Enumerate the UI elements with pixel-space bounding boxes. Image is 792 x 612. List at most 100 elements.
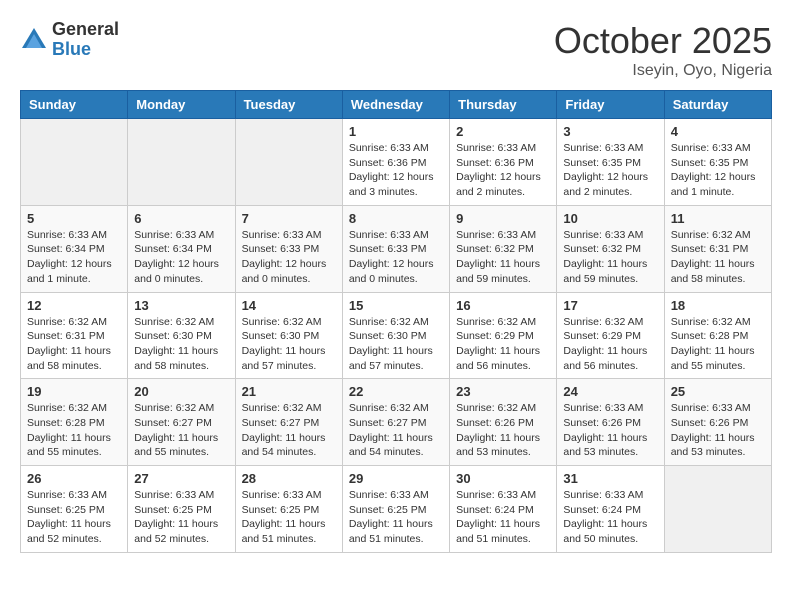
calendar-cell: 19 Sunrise: 6:32 AM Sunset: 6:28 PM Dayli… [21,379,128,466]
day-number: 11 [671,211,765,226]
day-info: Sunrise: 6:32 AM Sunset: 6:27 PM Dayligh… [242,401,336,460]
day-info: Sunrise: 6:33 AM Sunset: 6:36 PM Dayligh… [349,141,443,200]
weekday-header-sunday: Sunday [21,91,128,119]
day-number: 18 [671,298,765,313]
calendar-cell: 27Sunrise: 6:33 AM Sunset: 6:25 PM Dayli… [128,466,235,553]
calendar-cell: 9Sunrise: 6:33 AM Sunset: 6:32 PM Daylig… [450,205,557,292]
day-number: 21 [242,384,336,399]
day-info: Sunrise: 6:32 AM Sunset: 6:29 PM Dayligh… [563,315,657,374]
day-info: Sunrise: 6:32 AM Sunset: 6:28 PM Dayligh… [671,315,765,374]
location-title: Iseyin, Oyo, Nigeria [554,62,772,80]
calendar-cell: 24 Sunrise: 6:33 AM Sunset: 6:26 PM Dayli… [557,379,664,466]
day-number: 29 [349,471,443,486]
calendar-cell: 22 Sunrise: 6:32 AM Sunset: 6:27 PM Dayli… [342,379,449,466]
day-number: 19 [27,384,121,399]
page-header: General Blue October 2025 Iseyin, Oyo, N… [20,20,772,80]
day-info: Sunrise: 6:32 AM Sunset: 6:31 PM Dayligh… [27,315,121,374]
day-number: 16 [456,298,550,313]
calendar-cell: 18 Sunrise: 6:32 AM Sunset: 6:28 PM Dayli… [664,292,771,379]
day-info: Sunrise: 6:33 AM Sunset: 6:33 PM Dayligh… [242,228,336,287]
calendar-cell: 20Sunrise: 6:32 AM Sunset: 6:27 PM Dayli… [128,379,235,466]
day-info: Sunrise: 6:32 AM Sunset: 6:31 PM Dayligh… [671,228,765,287]
calendar-cell [128,119,235,206]
day-number: 1 [349,124,443,139]
day-info: Sunrise: 6:33 AM Sunset: 6:25 PM Dayligh… [27,488,121,547]
calendar-cell: 30Sunrise: 6:33 AM Sunset: 6:24 PM Dayli… [450,466,557,553]
calendar-cell: 15 Sunrise: 6:32 AM Sunset: 6:30 PM Dayli… [342,292,449,379]
day-number: 23 [456,384,550,399]
day-number: 26 [27,471,121,486]
day-number: 7 [242,211,336,226]
day-info: Sunrise: 6:33 AM Sunset: 6:36 PM Dayligh… [456,141,550,200]
day-info: Sunrise: 6:33 AM Sunset: 6:34 PM Dayligh… [134,228,228,287]
calendar-cell: 29 Sunrise: 6:33 AM Sunset: 6:25 PM Dayli… [342,466,449,553]
calendar-cell [664,466,771,553]
day-info: Sunrise: 6:33 AM Sunset: 6:25 PM Dayligh… [242,488,336,547]
calendar-cell: 23 Sunrise: 6:32 AM Sunset: 6:26 PM Dayli… [450,379,557,466]
day-info: Sunrise: 6:33 AM Sunset: 6:34 PM Dayligh… [27,228,121,287]
calendar-cell: 13 Sunrise: 6:32 AM Sunset: 6:30 PM Dayli… [128,292,235,379]
calendar-cell [235,119,342,206]
day-info: Sunrise: 6:33 AM Sunset: 6:32 PM Dayligh… [563,228,657,287]
calendar-cell: 25 Sunrise: 6:33 AM Sunset: 6:26 PM Dayli… [664,379,771,466]
calendar-cell: 4 Sunrise: 6:33 AM Sunset: 6:35 PM Daylig… [664,119,771,206]
logo-text: General Blue [52,20,119,60]
day-number: 2 [456,124,550,139]
calendar-table: SundayMondayTuesdayWednesdayThursdayFrid… [20,90,772,553]
day-info: Sunrise: 6:32 AM Sunset: 6:26 PM Dayligh… [456,401,550,460]
calendar-cell: 12 Sunrise: 6:32 AM Sunset: 6:31 PM Dayli… [21,292,128,379]
day-number: 10 [563,211,657,226]
day-number: 13 [134,298,228,313]
day-number: 25 [671,384,765,399]
day-number: 22 [349,384,443,399]
calendar-cell: 8Sunrise: 6:33 AM Sunset: 6:33 PM Daylig… [342,205,449,292]
day-info: Sunrise: 6:32 AM Sunset: 6:27 PM Dayligh… [349,401,443,460]
day-info: Sunrise: 6:32 AM Sunset: 6:30 PM Dayligh… [242,315,336,374]
calendar-cell: 11 Sunrise: 6:32 AM Sunset: 6:31 PM Dayli… [664,205,771,292]
day-info: Sunrise: 6:33 AM Sunset: 6:26 PM Dayligh… [671,401,765,460]
weekday-header-thursday: Thursday [450,91,557,119]
calendar-cell: 3 Sunrise: 6:33 AM Sunset: 6:35 PM Daylig… [557,119,664,206]
weekday-header-row: SundayMondayTuesdayWednesdayThursdayFrid… [21,91,772,119]
weekday-header-tuesday: Tuesday [235,91,342,119]
day-number: 4 [671,124,765,139]
day-number: 17 [563,298,657,313]
calendar-cell: 7 Sunrise: 6:33 AM Sunset: 6:33 PM Daylig… [235,205,342,292]
day-number: 6 [134,211,228,226]
day-number: 12 [27,298,121,313]
day-info: Sunrise: 6:33 AM Sunset: 6:35 PM Dayligh… [671,141,765,200]
day-number: 28 [242,471,336,486]
day-info: Sunrise: 6:32 AM Sunset: 6:30 PM Dayligh… [349,315,443,374]
calendar-cell [21,119,128,206]
calendar-week-4: 19 Sunrise: 6:32 AM Sunset: 6:28 PM Dayli… [21,379,772,466]
calendar-cell: 14Sunrise: 6:32 AM Sunset: 6:30 PM Dayli… [235,292,342,379]
day-info: Sunrise: 6:32 AM Sunset: 6:30 PM Dayligh… [134,315,228,374]
day-info: Sunrise: 6:32 AM Sunset: 6:29 PM Dayligh… [456,315,550,374]
day-info: Sunrise: 6:33 AM Sunset: 6:25 PM Dayligh… [349,488,443,547]
weekday-header-wednesday: Wednesday [342,91,449,119]
calendar-week-1: 1 Sunrise: 6:33 AM Sunset: 6:36 PM Daylig… [21,119,772,206]
day-info: Sunrise: 6:33 AM Sunset: 6:26 PM Dayligh… [563,401,657,460]
calendar-cell: 31Sunrise: 6:33 AM Sunset: 6:24 PM Dayli… [557,466,664,553]
day-number: 20 [134,384,228,399]
logo: General Blue [20,20,119,60]
day-info: Sunrise: 6:33 AM Sunset: 6:32 PM Dayligh… [456,228,550,287]
calendar-week-5: 26 Sunrise: 6:33 AM Sunset: 6:25 PM Dayli… [21,466,772,553]
calendar-cell: 1 Sunrise: 6:33 AM Sunset: 6:36 PM Daylig… [342,119,449,206]
day-number: 31 [563,471,657,486]
title-block: October 2025 Iseyin, Oyo, Nigeria [554,20,772,80]
day-number: 8 [349,211,443,226]
weekday-header-saturday: Saturday [664,91,771,119]
day-number: 3 [563,124,657,139]
calendar-cell: 28 Sunrise: 6:33 AM Sunset: 6:25 PM Dayli… [235,466,342,553]
day-info: Sunrise: 6:33 AM Sunset: 6:35 PM Dayligh… [563,141,657,200]
day-number: 24 [563,384,657,399]
month-title: October 2025 [554,20,772,62]
calendar-cell: 6 Sunrise: 6:33 AM Sunset: 6:34 PM Daylig… [128,205,235,292]
calendar-cell: 2 Sunrise: 6:33 AM Sunset: 6:36 PM Daylig… [450,119,557,206]
calendar-cell: 26 Sunrise: 6:33 AM Sunset: 6:25 PM Dayli… [21,466,128,553]
day-info: Sunrise: 6:33 AM Sunset: 6:25 PM Dayligh… [134,488,228,547]
day-info: Sunrise: 6:32 AM Sunset: 6:28 PM Dayligh… [27,401,121,460]
day-number: 15 [349,298,443,313]
logo-icon [20,26,48,54]
